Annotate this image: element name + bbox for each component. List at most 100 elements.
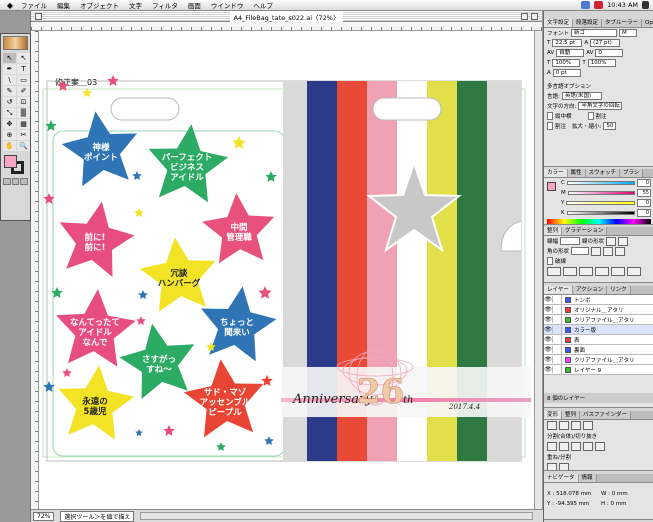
none-mode-button[interactable] (20, 178, 29, 185)
panel-tab[interactable]: カラー (544, 169, 568, 177)
layer-row[interactable]: 👁 クリアファイル＿アタリ (544, 354, 653, 365)
tool-button[interactable]: ↖ (17, 53, 30, 63)
hscale-field[interactable]: 100% (552, 59, 581, 67)
dash-field-1[interactable] (547, 267, 561, 276)
lock-toggle[interactable] (553, 314, 562, 325)
layer-row[interactable]: 👁 裏面 (544, 344, 653, 355)
panel-tab[interactable]: パスファインダー (580, 411, 632, 419)
horizontal-scrollbar[interactable] (140, 512, 533, 520)
font-style-field[interactable]: M (619, 29, 638, 37)
menu-item[interactable]: ヘルプ (248, 0, 278, 10)
menu-item[interactable]: オブジェクト (75, 0, 124, 10)
crop-button[interactable] (583, 442, 593, 451)
color-spectrum[interactable] (547, 219, 651, 224)
channel-slider[interactable] (567, 191, 635, 195)
menu-item[interactable]: ファイル (16, 0, 52, 10)
color-swatch-pair[interactable] (544, 178, 558, 218)
eye-icon[interactable]: 👁 (544, 336, 553, 343)
shape-subtract-button[interactable] (559, 421, 569, 430)
eye-icon[interactable]: 👁 (544, 316, 553, 323)
application-icon[interactable] (642, 1, 649, 9)
dash-field-4[interactable] (595, 267, 609, 276)
panel-tab[interactable]: レイヤー (544, 286, 573, 294)
stroke-width-field[interactable] (560, 237, 581, 245)
panel-tab[interactable]: グラデーション (562, 227, 608, 235)
lock-toggle[interactable] (553, 364, 562, 375)
panel-tab[interactable]: 変形 (544, 411, 563, 419)
trap-button[interactable] (547, 463, 557, 470)
lock-toggle[interactable] (553, 304, 562, 315)
cap-round-button[interactable] (618, 236, 629, 246)
gradient-mode-button[interactable] (11, 178, 20, 185)
collapse-box-icon[interactable] (531, 13, 538, 20)
menu-item[interactable]: 文字 (124, 0, 147, 10)
panel-tab[interactable]: ブラシ (620, 169, 644, 177)
tool-button[interactable]: ⊕ (3, 130, 16, 140)
eye-icon[interactable]: 👁 (544, 346, 553, 353)
tool-button[interactable]: ✂ (17, 130, 30, 140)
color-fill-swatch[interactable] (547, 182, 556, 191)
panel-tab[interactable]: 段落設定 (573, 19, 603, 27)
font-field[interactable]: 新ゴ (571, 29, 618, 37)
language-select[interactable]: 英語(米国) (561, 92, 602, 100)
file-bag-artwork[interactable]: Anniversary 26 th 2017.4.4 神様ポイント パーフェクトビ… (39, 31, 535, 509)
shape-add-button[interactable] (547, 421, 557, 430)
menu-item[interactable]: ウインドウ (206, 0, 249, 10)
leading-field[interactable]: (27 pt) (590, 39, 621, 47)
layer-row[interactable]: 👁 レイヤー 9 (544, 364, 653, 375)
eye-icon[interactable]: 👁 (544, 366, 553, 373)
dash-field-2[interactable] (563, 267, 577, 276)
panel-tab[interactable]: 属性 (567, 169, 586, 177)
eye-icon[interactable]: 👁 (544, 326, 553, 333)
merge-button[interactable] (571, 442, 581, 451)
scale-field[interactable]: 50 (603, 122, 617, 130)
tool-button[interactable]: ▦ (17, 119, 30, 129)
tool-button[interactable]: T (17, 64, 30, 74)
divide-button[interactable] (547, 442, 557, 451)
tool-button[interactable]: ↖ (3, 53, 16, 63)
tool-button[interactable]: ⤡ (3, 108, 16, 118)
panel-tab[interactable]: 整列 (544, 227, 563, 235)
document-titlebar[interactable]: A4_FileBag_tate_s022.ai〈72%〉 (31, 11, 542, 22)
eye-icon[interactable]: 👁 (544, 306, 553, 313)
join-miter-button[interactable] (591, 246, 602, 256)
kerning-field[interactable]: 0 (595, 49, 624, 57)
dash-field-5[interactable] (611, 267, 625, 276)
tracking-field[interactable]: 自動 (556, 49, 585, 57)
vertical-scrollbar[interactable] (534, 31, 542, 509)
lock-toggle[interactable] (553, 294, 562, 305)
status-field[interactable]: 選択ツール＞を値で描え (60, 510, 135, 522)
tool-button[interactable]: ⊡ (17, 97, 30, 107)
outline-button[interactable] (595, 442, 605, 451)
apple-menu-icon[interactable]: ◆ (4, 1, 16, 10)
channel-value[interactable]: 0 (637, 199, 651, 207)
baseline-field[interactable]: 0 pt (552, 69, 581, 77)
zoom-field[interactable]: 72% (33, 511, 55, 521)
panel-tab[interactable]: ナビゲータ (544, 474, 579, 482)
layer-row[interactable]: 👁 クリアファイル＿アタリ (544, 314, 653, 325)
artboard-canvas[interactable]: 修正案＿03 Anniversary 26 th 2017.4.4 神様 ポイン… (39, 31, 535, 509)
fill-swatch[interactable] (4, 155, 17, 168)
eye-icon[interactable]: 👁 (544, 356, 553, 363)
option2-checkbox[interactable] (587, 112, 594, 120)
panel-tab[interactable]: アクション (572, 286, 608, 294)
join-field[interactable] (571, 247, 590, 255)
panel-tab[interactable]: 情報 (578, 474, 597, 482)
layer-row[interactable]: 👁 表 (544, 334, 653, 345)
zoom-box-icon[interactable] (521, 13, 528, 20)
panel-tab[interactable]: OpenTypeフォント設定 (642, 19, 653, 27)
lock-toggle[interactable] (553, 324, 562, 335)
font-size-field[interactable]: 22.5 pt (552, 39, 583, 47)
menu-item[interactable]: フィルタ (147, 0, 183, 10)
lock-toggle[interactable] (553, 334, 562, 345)
option3-checkbox[interactable] (547, 122, 553, 130)
cap-button[interactable] (606, 236, 617, 246)
eye-icon[interactable]: 👁 (544, 296, 553, 303)
panel-tab[interactable]: スウォッチ (585, 169, 621, 177)
channel-slider[interactable] (566, 201, 635, 205)
menu-item[interactable]: 画面 (183, 0, 206, 10)
dash-checkbox[interactable] (547, 257, 553, 265)
tool-button[interactable]: ✐ (17, 86, 30, 96)
shape-exclude-button[interactable] (583, 421, 593, 430)
shape-intersect-button[interactable] (571, 421, 581, 430)
